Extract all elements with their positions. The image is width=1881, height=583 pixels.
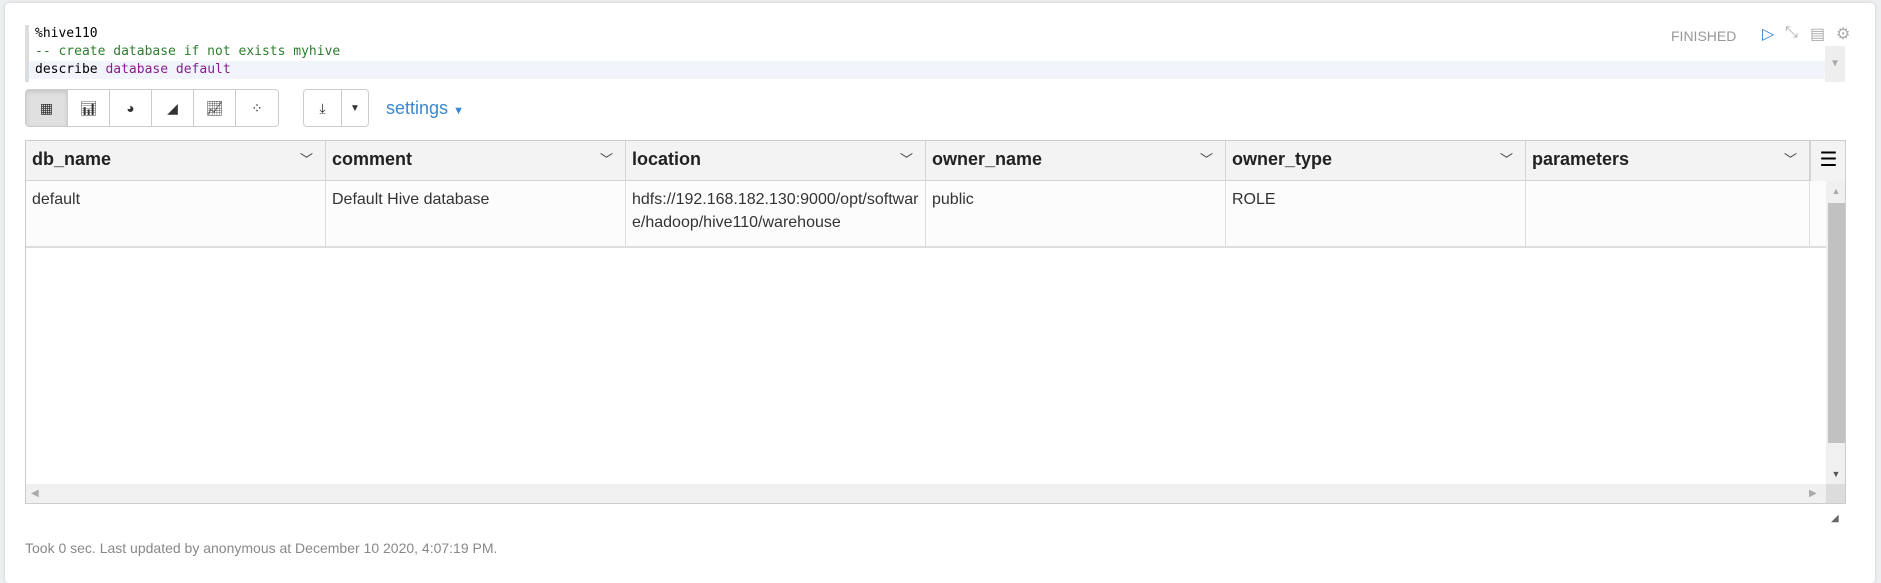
grid-menu-button[interactable]: ☰ (1810, 141, 1845, 181)
column-header-owner-name[interactable]: owner_name ﹀ (926, 141, 1226, 180)
code-line: describe database default (29, 61, 1845, 79)
cell-location: hdfs://192.168.182.130:9000/opt/software… (626, 181, 926, 246)
book-icon[interactable]: ▤ (1810, 24, 1825, 44)
chevron-down-icon[interactable]: ﹀ (1500, 149, 1513, 168)
bar-chart-icon: 📊︎ (79, 99, 98, 116)
scatter-chart-button[interactable]: ⁘ (236, 90, 278, 126)
settings-dropdown[interactable]: settings ▼ (386, 98, 464, 119)
download-button-group: ⤓ ▼ (303, 89, 369, 127)
download-dropdown-button[interactable]: ▼ (342, 90, 368, 126)
column-label: parameters (1532, 149, 1630, 169)
caret-down-icon: ▼ (350, 102, 360, 114)
cell-db-name: default (26, 181, 326, 246)
scroll-right-arrow[interactable]: ▶ (1809, 484, 1817, 503)
table-view-button[interactable]: ▦ (26, 90, 68, 126)
scroll-up-arrow[interactable]: ▲ (1826, 181, 1845, 201)
column-label: comment (332, 149, 413, 169)
area-chart-button[interactable]: ◢ (152, 90, 194, 126)
area-chart-icon: ◢ (167, 99, 178, 116)
line-chart-icon: 📈︎ (205, 99, 224, 116)
bar-chart-button[interactable]: 📊︎ (68, 90, 110, 126)
horizontal-scrollbar[interactable]: ◀ ▶ (26, 484, 1826, 503)
table-icon: ▦ (39, 99, 54, 116)
paragraph-status: FINISHED (1671, 28, 1737, 44)
chevron-down-icon[interactable]: ﹀ (1200, 149, 1213, 168)
scrollbar-corner (1826, 484, 1845, 503)
gear-icon[interactable]: ⚙ (1836, 24, 1850, 44)
resize-handle-icon[interactable]: ◢ (1831, 513, 1839, 524)
table-header: db_name ﹀ comment ﹀ location ﹀ owner_name ﹀ … (26, 141, 1845, 181)
column-header-parameters[interactable]: parameters ﹀ (1526, 141, 1810, 180)
table-row: default Default Hive database hdfs://192… (26, 181, 1826, 248)
chevron-down-icon[interactable]: ﹀ (900, 149, 913, 168)
cell-parameters (1526, 181, 1810, 246)
chevron-down-icon[interactable]: ﹀ (600, 149, 613, 168)
code-keyword: database default (105, 62, 231, 77)
cell-comment: Default Hive database (326, 181, 626, 246)
vertical-scrollbar[interactable]: ▲ ▼ (1826, 181, 1845, 484)
scatter-chart-icon: ⁘ (251, 99, 263, 116)
result-table: db_name ﹀ comment ﹀ location ﹀ owner_name ﹀ … (25, 140, 1846, 504)
column-header-db-name[interactable]: db_name ﹀ (26, 141, 326, 180)
column-label: location (632, 149, 702, 169)
column-header-location[interactable]: location ﹀ (626, 141, 926, 180)
scroll-left-arrow[interactable]: ◀ (31, 484, 39, 503)
download-button[interactable]: ⤓ (304, 90, 342, 126)
chevron-down-icon[interactable]: ﹀ (300, 149, 313, 168)
run-icon[interactable]: ▷ (1762, 24, 1774, 44)
caret-down-icon: ▼ (453, 105, 464, 117)
column-label: owner_name (932, 149, 1043, 169)
line-chart-button[interactable]: 📈︎ (194, 90, 236, 126)
column-label: owner_type (1232, 149, 1333, 169)
code-editor[interactable]: %hive110 -- create database if not exist… (25, 25, 1845, 82)
code-line-comment: -- create database if not exists myhive (35, 44, 341, 59)
cell-owner-type: ROLE (1226, 181, 1526, 246)
settings-label: settings (386, 98, 449, 118)
collapse-icon[interactable]: ⤡ (1785, 24, 1798, 42)
scroll-down-arrow[interactable]: ▼ (1826, 464, 1845, 484)
hamburger-icon: ☰ (1819, 149, 1838, 171)
code-line: %hive110 (35, 26, 98, 41)
code-scroll-down[interactable]: ▼ (1825, 46, 1845, 82)
chevron-down-icon[interactable]: ﹀ (1784, 149, 1797, 168)
column-header-comment[interactable]: comment ﹀ (326, 141, 626, 180)
code-keyword: describe (35, 62, 106, 77)
column-header-owner-type[interactable]: owner_type ﹀ (1226, 141, 1526, 180)
scrollbar-thumb[interactable] (1828, 203, 1845, 443)
pie-chart-button[interactable]: ◕ (110, 90, 152, 126)
paragraph-footer: Took 0 sec. Last updated by anonymous at… (25, 540, 498, 556)
cell-owner-name: public (926, 181, 1226, 246)
download-icon: ⤓ (319, 99, 326, 116)
column-label: db_name (32, 149, 112, 169)
pie-chart-icon: ◕ (126, 100, 135, 116)
visualization-button-group: ▦ 📊︎ ◕ ◢ 📈︎ ⁘ (25, 89, 279, 127)
